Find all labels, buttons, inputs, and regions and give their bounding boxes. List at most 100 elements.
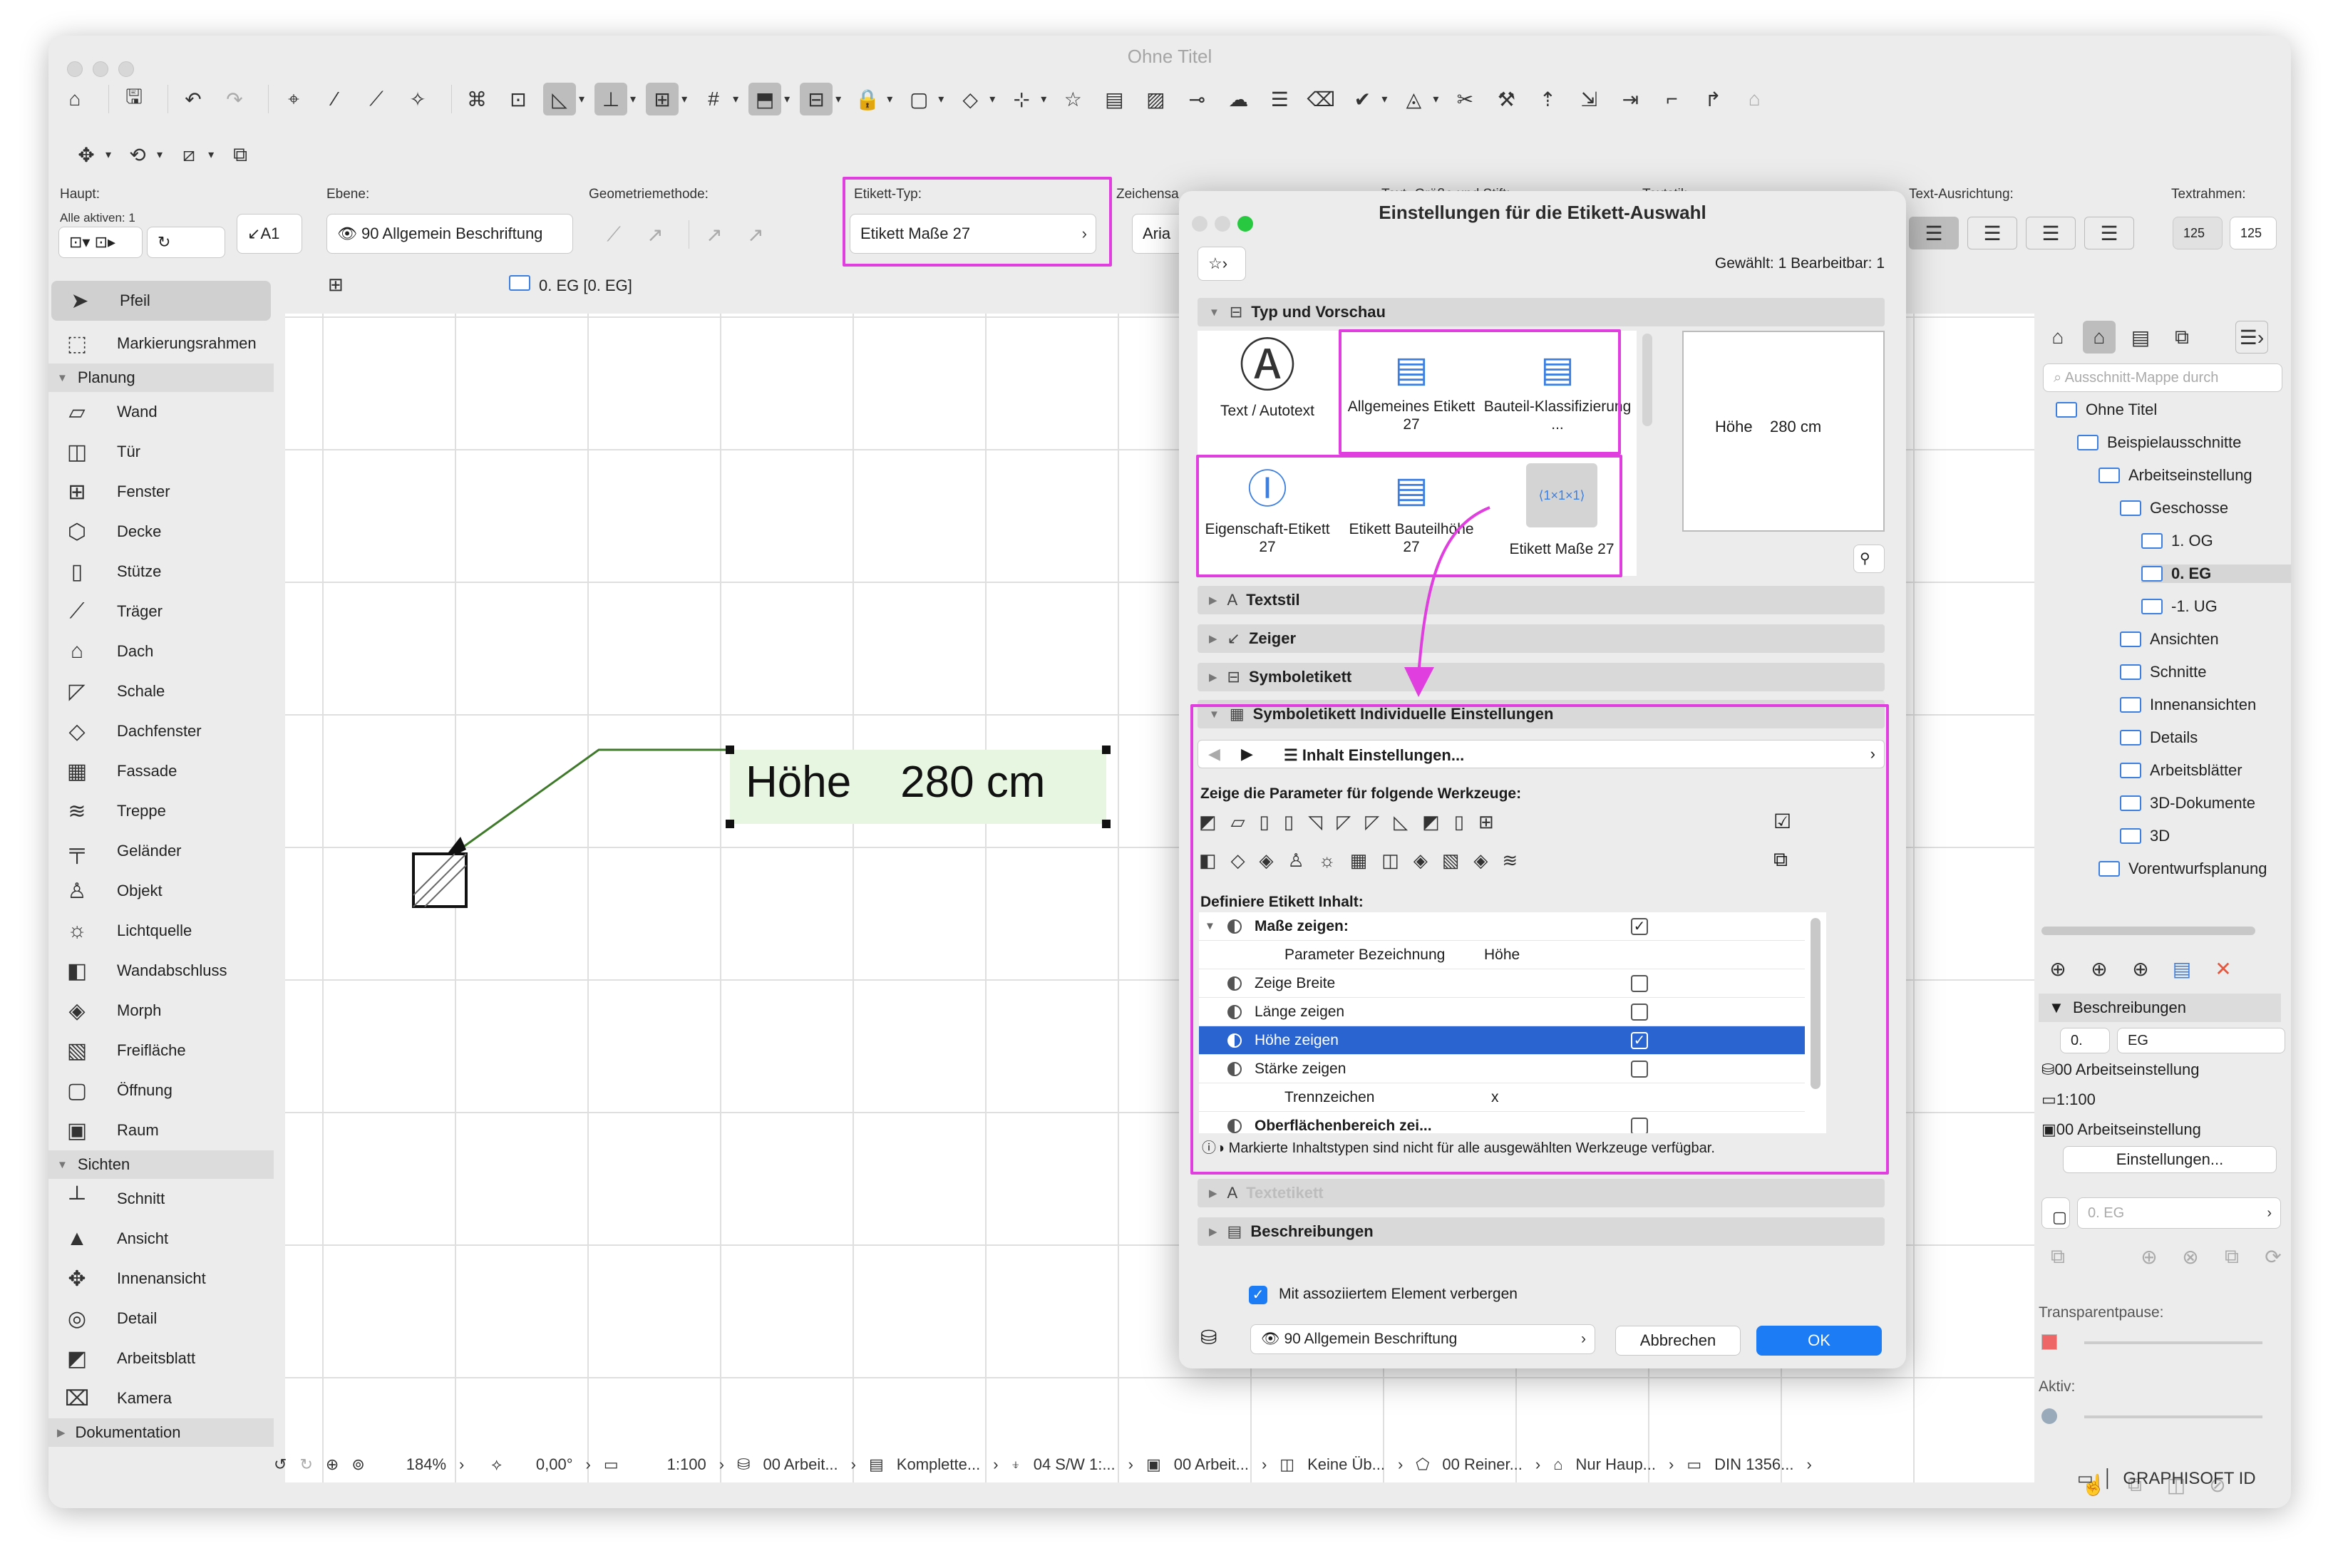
- transparency-slider[interactable]: [2084, 1341, 2262, 1344]
- tree-item[interactable]: Arbeitseinstellung: [2098, 466, 2252, 485]
- project-map-icon[interactable]: ⌂: [2041, 321, 2074, 354]
- favorites-button[interactable]: ☆›: [1198, 247, 1246, 281]
- layer-combo-value[interactable]: 00 Arbeit...: [763, 1455, 838, 1474]
- tool-mesh[interactable]: ▧ Freifläche: [48, 1031, 274, 1071]
- tree-item[interactable]: 3D: [2120, 827, 2170, 845]
- tree-item[interactable]: Arbeitsblätter: [2120, 761, 2242, 780]
- tool-slab[interactable]: ⬡ Decke: [48, 512, 274, 552]
- tool-shell[interactable]: ◸ Schale: [48, 671, 274, 711]
- gravity-icon[interactable]: ⊟: [800, 83, 833, 115]
- geometry-method-1-icon[interactable]: ⟋: [597, 218, 630, 251]
- link-icon[interactable]: ⊸: [1180, 83, 1213, 115]
- dim-value[interactable]: DIN 1356...: [1714, 1455, 1793, 1474]
- preview-options[interactable]: ⚲: [1853, 545, 1885, 573]
- tool-window[interactable]: ⊞ Fenster: [48, 472, 274, 512]
- hammer-icon[interactable]: ⚒: [1490, 83, 1523, 115]
- tool-markierungsrahmen[interactable]: ⬚ Markierungsrahmen: [48, 324, 274, 363]
- sheet-icon[interactable]: ▤: [1098, 83, 1131, 115]
- fillet-icon[interactable]: ↱: [1696, 83, 1729, 115]
- hierarchy-icon[interactable]: ⊹: [1005, 83, 1038, 115]
- align-left-icon[interactable]: ☰: [1909, 217, 1959, 249]
- lock-icon[interactable]: 🔒: [851, 83, 884, 115]
- type-text-autotext[interactable]: Ⓐ Text / Autotext: [1198, 331, 1337, 452]
- check-icon[interactable]: ✔: [1346, 83, 1379, 115]
- list-icon[interactable]: ☰: [1263, 83, 1296, 115]
- mirror-icon[interactable]: ⧄: [172, 138, 205, 171]
- tab-grid-icon[interactable]: ⊞: [328, 274, 344, 296]
- close-light[interactable]: [67, 61, 83, 77]
- cancel-button[interactable]: Abbrechen: [1615, 1326, 1741, 1356]
- tree-item[interactable]: 0. EG: [2141, 564, 2291, 583]
- new-folder-icon[interactable]: ⊕: [2083, 952, 2116, 985]
- magic-wand-icon[interactable]: ✧: [401, 83, 434, 115]
- favorite-icon[interactable]: ☆: [1056, 83, 1089, 115]
- dialog-minimize[interactable]: [1215, 216, 1230, 232]
- grid-icon[interactable]: #: [697, 83, 730, 115]
- view-options-value[interactable]: 00 Arbeit...: [1174, 1455, 1249, 1474]
- tool-section[interactable]: ┴ Schnitt: [48, 1179, 274, 1219]
- eyedropper-icon[interactable]: ⁄: [319, 83, 351, 115]
- scissors-icon[interactable]: ✂: [1448, 83, 1481, 115]
- resize-icon[interactable]: ⇲: [1572, 83, 1605, 115]
- tool-curtain-wall[interactable]: ▦ Fassade: [48, 751, 274, 791]
- rotate-icon[interactable]: ⟲: [121, 138, 154, 171]
- tool-beam[interactable]: ⟋ Träger: [48, 592, 274, 631]
- snap-icon[interactable]: ⊞: [646, 83, 679, 115]
- find-select-icon[interactable]: ⌖: [277, 83, 310, 115]
- tool-roof[interactable]: ⌂ Dach: [48, 631, 274, 671]
- tool-morph[interactable]: ◈ Morph: [48, 991, 274, 1031]
- model-view-value[interactable]: Komplette...: [897, 1455, 980, 1474]
- tree-item[interactable]: Details: [2120, 728, 2198, 747]
- tool-opening[interactable]: ▢ Öffnung: [48, 1071, 274, 1110]
- view-settings-icon[interactable]: ▤: [2166, 952, 2198, 985]
- move-icon[interactable]: ✥: [70, 138, 103, 171]
- picture-icon[interactable]: ▨: [1139, 83, 1172, 115]
- new-view-icon[interactable]: ⊕: [2041, 952, 2074, 985]
- clone-folder-icon[interactable]: ⊕: [2124, 952, 2157, 985]
- view-map-icon[interactable]: ⌂: [2083, 321, 2116, 354]
- section-textetikett[interactable]: ▶ A Textetikett: [1198, 1179, 1885, 1207]
- layout-book-icon[interactable]: ▤: [2124, 321, 2157, 354]
- nav-tool-3-icon[interactable]: ⊗: [2174, 1240, 2207, 1273]
- home-icon[interactable]: ⌂: [58, 83, 91, 115]
- type-scrollbar[interactable]: [1642, 334, 1652, 426]
- navigator-search[interactable]: ⌕ Ausschnitt-Mappe durch: [2043, 363, 2282, 392]
- marker-dropdown[interactable]: ⊡▾ ⊡▸: [58, 227, 143, 258]
- tool-wall[interactable]: ▱ Wand: [48, 392, 274, 432]
- tree-item[interactable]: Vorentwurfsplanung: [2098, 860, 2267, 878]
- minimize-light[interactable]: [93, 61, 108, 77]
- redo-icon[interactable]: ↷: [218, 83, 251, 115]
- clone-view-field[interactable]: 0. EG ›: [2077, 1197, 2281, 1229]
- geometry-method-4-icon[interactable]: ↗: [739, 218, 772, 251]
- corner-icon[interactable]: ⌐: [1655, 83, 1688, 115]
- layer-dropdown[interactable]: 👁 90 Allgemein Beschriftung: [326, 214, 573, 254]
- dialog-close[interactable]: [1192, 216, 1207, 232]
- guide-icon[interactable]: ⊥: [594, 83, 628, 115]
- tree-item[interactable]: Innenansichten: [2120, 696, 2256, 714]
- geometry-method-3-icon[interactable]: ↗: [698, 218, 731, 251]
- tree-item[interactable]: -1. UG: [2141, 597, 2218, 616]
- tree-item[interactable]: Beispielausschnitte: [2077, 433, 2241, 452]
- text-frame-b[interactable]: 125: [2230, 217, 2277, 249]
- section-zeiger[interactable]: ▶ ↙ Zeiger: [1198, 624, 1885, 653]
- roof-tool-icon[interactable]: ⌂: [1738, 83, 1771, 115]
- view-toggle[interactable]: ▢: [2041, 1197, 2070, 1229]
- tree-item[interactable]: 1. OG: [2141, 532, 2213, 550]
- beschreibungen-header[interactable]: ▼ Beschreibungen: [2039, 994, 2281, 1022]
- tab-0-eg[interactable]: 0. EG [0. EG]: [509, 275, 632, 295]
- text-frame-a[interactable]: 125: [2173, 217, 2223, 249]
- tag-icon[interactable]: ⌫: [1304, 83, 1337, 115]
- angle-value[interactable]: 0,00°: [536, 1455, 573, 1474]
- einstellungen-button[interactable]: Einstellungen...: [2063, 1146, 2277, 1173]
- align-right-icon[interactable]: ☰: [2026, 217, 2076, 249]
- align-justify-icon[interactable]: ☰: [2084, 217, 2134, 249]
- geometry-method-2-icon[interactable]: ↗: [639, 218, 671, 251]
- section-symboletikett[interactable]: ▶ ⊟ Symboletikett: [1198, 663, 1885, 691]
- tool-skylight[interactable]: ◇ Dachfenster: [48, 711, 274, 751]
- nav-tool-5-icon[interactable]: ⟳: [2257, 1240, 2290, 1273]
- section-beschreibungen[interactable]: ▶ ▤ Beschreibungen: [1198, 1217, 1885, 1246]
- tree-item[interactable]: Ohne Titel: [2056, 401, 2157, 419]
- circle-icon[interactable]: ◬: [1397, 83, 1430, 115]
- nav-tool-2-icon[interactable]: ⊕: [2133, 1240, 2166, 1273]
- section-typ-vorschau[interactable]: ▼ ⊟ Typ und Vorschau: [1198, 298, 1885, 326]
